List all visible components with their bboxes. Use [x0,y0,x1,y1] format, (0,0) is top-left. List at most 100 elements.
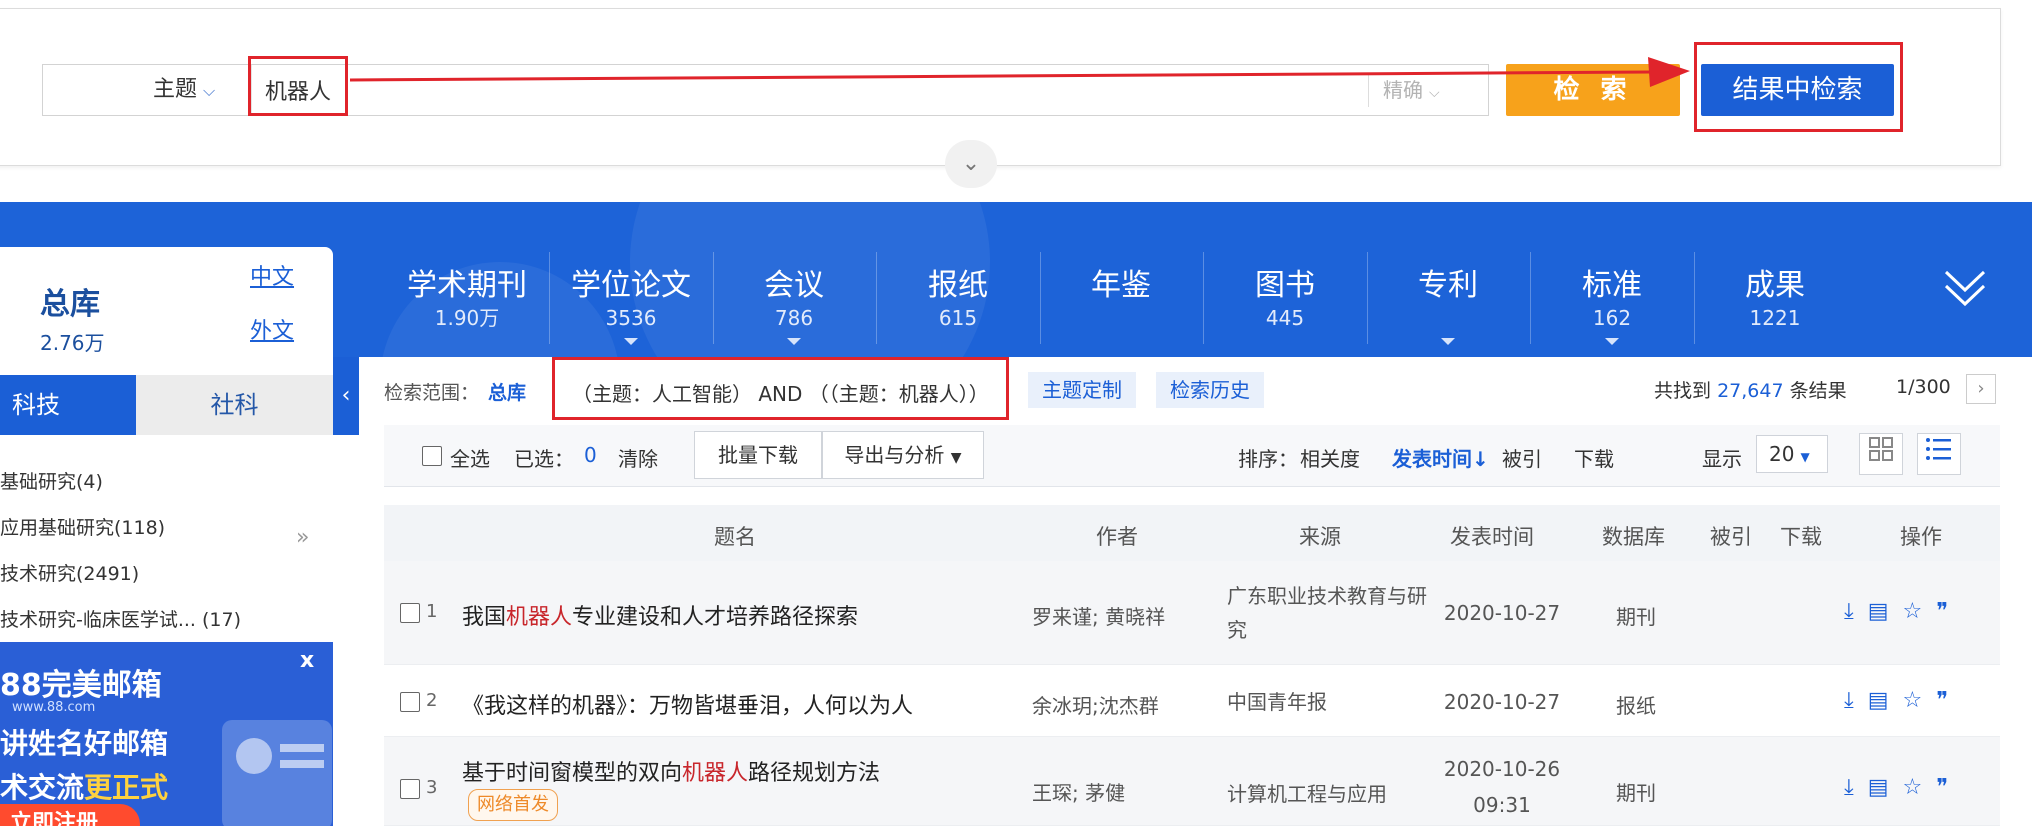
publish-time: 09:31 [1473,793,1531,817]
foreign-filter-link[interactable]: 外文 [250,313,294,345]
sort-cited[interactable]: 被引 [1502,443,1542,472]
database-label: 期刊 [1616,781,1656,805]
category-tab[interactable]: 成果 1221 [1693,202,1857,357]
category-tab[interactable]: 报纸 615 [876,202,1040,357]
ad-banner[interactable]: x 88完美邮箱 www.88.com 讲姓名好邮箱 术交流更正式 立即注册 [0,642,333,826]
favorite-star-icon[interactable]: ☆ [1903,775,1937,800]
category-tab[interactable]: 学位论文 3536 [549,202,713,357]
html-read-icon[interactable]: ▤ [1868,775,1903,800]
source-link[interactable]: 中国青年报 [1227,685,1427,719]
category-count: 1.90万 [434,306,500,330]
online-first-badge: 网络首发 [468,789,558,821]
scope-label: 检索范围： [384,382,480,404]
sort-publish-date[interactable]: 发表时间↓ [1392,443,1489,472]
search-field-label: 主题 [153,77,198,102]
source-link[interactable]: 计算机工程与应用 [1227,777,1427,811]
list-view-icon[interactable] [1917,433,1961,475]
page-indicator: 1/300 [1896,376,1951,398]
next-page-icon[interactable]: › [1966,374,1996,404]
result-title-link[interactable]: 《我这样的机器》：万物皆堪垂泪，人何以为人 [462,688,913,720]
chevron-down-icon: ⌵ [203,81,216,100]
database-label: 期刊 [1616,605,1656,629]
category-tab[interactable]: 会议 786 [712,202,876,357]
library-count: 2.76万 [40,331,105,355]
tab-social[interactable]: 社科 [136,375,333,435]
sort-label: 排序： [1238,447,1298,471]
html-read-icon[interactable]: ▤ [1868,599,1903,624]
publish-date: 2020-10-26 [1443,757,1561,781]
export-analysis-button[interactable]: 导出与分析 ▼ [822,431,984,479]
category-tab[interactable]: 标准 162 [1530,202,1694,357]
facet-item[interactable]: 应用基础研究(118) [0,513,165,540]
caret-down-icon[interactable] [624,338,638,345]
download-icon[interactable]: ⤓ [1844,688,1868,713]
double-chevron-down-icon[interactable]: ⌄ [945,140,997,188]
favorite-star-icon[interactable]: ☆ [1903,599,1937,624]
close-icon[interactable]: x [300,648,314,673]
ad-subheadline: 术交流更正式 [0,766,168,806]
caret-down-icon[interactable] [787,338,801,345]
tab-tech[interactable]: 科技 [0,375,136,435]
search-history-button[interactable]: 检索历史 [1156,372,1264,408]
html-read-icon[interactable]: ▤ [1868,688,1903,713]
author-link[interactable]: 罗来谨; 黄晓祥 [1032,601,1165,630]
title-keyword: 机器人 [682,761,749,786]
caret-down-icon[interactable] [1605,338,1619,345]
sort-relevance[interactable]: 相关度 [1300,443,1360,472]
chinese-filter-link[interactable]: 中文 [250,259,294,291]
annotation-box [1694,42,1903,132]
row-checkbox[interactable] [400,779,420,799]
facet-item[interactable]: 技术研究(2491) [0,559,139,586]
result-count-number: 27,647 [1717,380,1784,402]
annotation-arrow [350,57,1690,87]
row-actions: ⤓▤☆❞ [1844,688,1962,713]
facet-item[interactable]: 基础研究(4) [0,467,103,494]
column-header-cited: 被引 [1710,525,1752,549]
custom-topic-button[interactable]: 主题定制 [1028,372,1136,408]
quote-icon[interactable]: ❞ [1936,688,1962,713]
clear-button[interactable]: 清除 [618,443,658,472]
expand-categories-icon[interactable] [1940,264,1990,314]
category-tab[interactable]: 图书 445 [1203,202,1367,357]
category-tab[interactable]: 年鉴 [1039,202,1203,357]
download-icon[interactable]: ⤓ [1844,775,1868,800]
grid-view-icon[interactable] [1859,433,1903,475]
ad-register-button[interactable]: 立即注册 [0,804,140,826]
ad-headline: 讲姓名好邮箱 [0,727,169,760]
caret-down-icon[interactable] [1441,338,1455,345]
publish-date: 2020-10-27 [1443,601,1561,625]
search-field-select[interactable]: 主题 ⌵ [113,65,263,115]
sort-downloads[interactable]: 下载 [1574,443,1614,472]
result-title-link[interactable]: 基于时间窗模型的双向机器人路径规划方法 [462,755,880,787]
source-link[interactable]: 广东职业技术教育与研究 [1227,579,1427,647]
column-header-database: 数据库 [1602,525,1665,549]
column-header-date: 发表时间 [1450,525,1534,549]
category-name: 学位论文 [571,268,691,303]
quote-icon[interactable]: ❞ [1936,775,1962,800]
export-analysis-label: 导出与分析 [844,443,945,467]
favorite-star-icon[interactable]: ☆ [1903,688,1937,713]
collapse-sidebar-icon[interactable]: ‹ [333,357,359,435]
library-label[interactable]: 总库 [40,279,100,323]
author-link[interactable]: 余冰玥;沈杰群 [1032,690,1159,719]
facet-item[interactable]: 技术研究-临床医学试... (17) [0,605,241,632]
column-header-source: 来源 [1299,525,1341,549]
page-size-select[interactable]: 20 ▼ [1756,435,1828,473]
annotation-box [552,357,1009,420]
row-checkbox[interactable] [400,692,420,712]
author-link[interactable]: 王琛; 茅健 [1032,777,1125,806]
download-icon[interactable]: ⤓ [1844,599,1868,624]
select-all-label[interactable]: 全选 [450,443,490,472]
chevron-right-double-icon[interactable]: » [296,525,309,550]
select-all-checkbox[interactable] [422,446,442,466]
page-size-value: 20 [1769,442,1795,466]
publish-date: 2020-10-27 [1443,690,1561,714]
category-tab[interactable]: 学术期刊 1.90万 [385,202,549,357]
category-tab[interactable]: 专利 [1366,202,1530,357]
ad-decoration [280,760,324,768]
batch-download-button[interactable]: 批量下载 [694,431,822,479]
result-title-link[interactable]: 我国机器人专业建设和人才培养路径探索 [462,599,858,631]
row-checkbox[interactable] [400,603,420,623]
quote-icon[interactable]: ❞ [1936,599,1962,624]
display-label: 显示 [1702,447,1742,471]
